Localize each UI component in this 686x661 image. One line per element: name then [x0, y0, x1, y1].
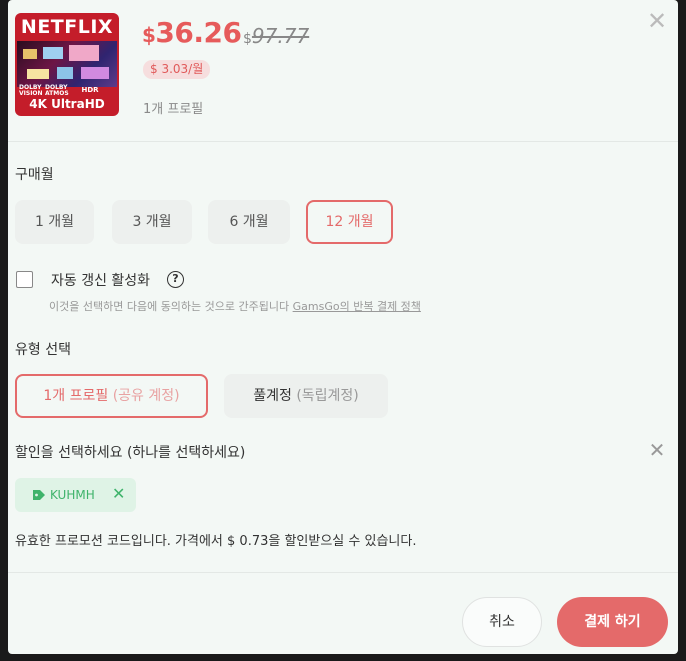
coupon-chip: KUHMH ✕ — [15, 478, 136, 512]
type-option-full[interactable]: 풀계정 (독립계정) — [224, 374, 388, 418]
type-select-label: 유형 선택 — [15, 342, 71, 358]
auto-renew-label: 자동 갱신 활성화 — [51, 273, 151, 289]
promo-valid-message: 유효한 프로모션 코드입니다. 가격에서 $ 0.73을 할인받으실 수 있습니… — [15, 534, 417, 549]
tv-screen-image — [17, 41, 117, 87]
quality-label: 4K UltraHD — [29, 97, 105, 111]
terms-link[interactable]: GamsGo의 반복 결제 정책 — [293, 300, 421, 313]
original-price: $97.77 — [243, 24, 310, 48]
auto-renew-checkbox[interactable] — [16, 271, 33, 288]
coupon-code: KUHMH — [50, 488, 95, 502]
purchase-month-label: 구매월 — [15, 167, 54, 183]
tag-icon — [33, 490, 45, 500]
cancel-button[interactable]: 취소 — [462, 597, 542, 647]
divider — [8, 141, 678, 142]
divider — [8, 572, 678, 573]
month-option-6[interactable]: 6 개월 — [208, 200, 290, 244]
help-icon[interactable]: ? — [167, 271, 184, 288]
current-price: $36.26 — [142, 16, 242, 49]
type-option-shared[interactable]: 1개 프로필 (공유 계정) — [15, 374, 208, 418]
close-discount-icon[interactable]: ✕ — [648, 440, 666, 460]
product-thumbnail: NETFLIX DOLBY VISION DOLBY ATMOS HDR 4K … — [15, 13, 119, 116]
close-icon[interactable]: ✕ — [645, 9, 669, 34]
profile-info: 1개 프로필 — [143, 102, 204, 117]
format-badges: DOLBY VISION DOLBY ATMOS HDR — [19, 84, 99, 97]
month-option-3[interactable]: 3 개월 — [112, 200, 192, 244]
netflix-logo: NETFLIX — [20, 16, 114, 38]
pay-button[interactable]: 결제 하기 — [557, 597, 668, 647]
monthly-price-badge: $ 3.03/월 — [143, 60, 211, 79]
terms-text: 이것을 선택하면 다음에 동의하는 것으로 간주됩니다 GamsGo의 반복 결… — [49, 300, 421, 313]
month-option-12[interactable]: 12 개월 — [306, 200, 393, 244]
month-option-1[interactable]: 1 개월 — [15, 200, 94, 244]
purchase-modal: ✕ NETFLIX DOLBY VISION DOLBY ATMOS HDR 4… — [8, 0, 678, 654]
discount-label: 할인을 선택하세요 (하나를 선택하세요) — [15, 445, 246, 461]
remove-coupon-icon[interactable]: ✕ — [112, 484, 125, 503]
